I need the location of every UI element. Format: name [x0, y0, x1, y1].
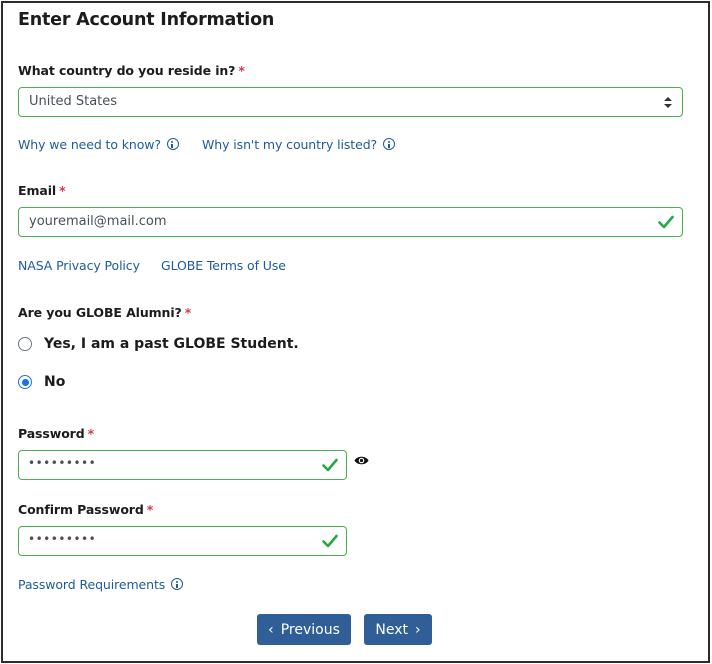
previous-button[interactable]: ‹ Previous: [257, 614, 351, 645]
country-label-text: What country do you reside in?: [18, 63, 236, 78]
required-marker: *: [146, 502, 154, 517]
country-select[interactable]: United States: [18, 87, 683, 117]
email-policy-links: NASA Privacy Policy GLOBE Terms of Use: [18, 255, 286, 274]
info-icon: [383, 138, 396, 150]
required-marker: *: [59, 183, 66, 198]
alumni-option-no-label: No: [44, 374, 66, 390]
checkmark-icon: [322, 458, 338, 472]
previous-button-label: Previous: [280, 621, 340, 638]
country-help-links: Why we need to know? Why isn't my countr…: [18, 134, 396, 153]
required-marker: *: [87, 426, 95, 441]
alumni-label: Are you GLOBE Alumni? *: [18, 305, 191, 320]
password-field-value: •••••••••: [28, 456, 97, 470]
password-requirements-link[interactable]: Password Requirements: [18, 577, 184, 592]
page-title: Enter Account Information: [18, 10, 275, 30]
country-select-value: United States: [29, 94, 118, 109]
checkmark-icon: [322, 534, 338, 548]
alumni-option-no[interactable]: No: [18, 374, 65, 390]
alumni-label-text: Are you GLOBE Alumni?: [18, 305, 182, 320]
radio-no[interactable]: [18, 375, 32, 389]
radio-yes[interactable]: [18, 337, 32, 351]
confirm-password-field[interactable]: •••••••••: [18, 526, 347, 556]
why-country-not-listed-text: Why isn't my country listed?: [202, 137, 378, 152]
password-field[interactable]: •••••••••: [18, 450, 347, 480]
confirm-password-field-value: •••••••••: [28, 532, 97, 546]
password-label-text: Password: [18, 426, 85, 441]
chevron-right-icon: ›: [415, 621, 421, 638]
email-field-value: youremail@mail.com: [29, 214, 167, 229]
confirm-password-label-text: Confirm Password: [18, 502, 144, 517]
select-arrows-icon: [664, 97, 672, 108]
alumni-option-yes[interactable]: Yes, I am a past GLOBE Student.: [18, 336, 299, 352]
email-label: Email *: [18, 183, 66, 198]
password-requirements-text: Password Requirements: [18, 577, 166, 592]
why-country-not-listed-link[interactable]: Why isn't my country listed?: [202, 137, 396, 152]
why-need-to-know-text: Why we need to know?: [18, 137, 161, 152]
email-field[interactable]: youremail@mail.com: [18, 207, 683, 237]
confirm-password-label: Confirm Password *: [18, 502, 153, 517]
password-requirements: Password Requirements: [18, 574, 184, 593]
password-label: Password *: [18, 426, 94, 441]
country-label: What country do you reside in? *: [18, 63, 245, 78]
required-marker: *: [184, 305, 192, 320]
next-button-label: Next: [375, 621, 408, 638]
chevron-left-icon: ‹: [268, 621, 274, 638]
email-label-text: Email: [18, 183, 57, 198]
next-button[interactable]: Next ›: [364, 614, 432, 645]
info-icon: [171, 578, 184, 590]
nasa-privacy-policy-link[interactable]: NASA Privacy Policy: [18, 258, 140, 273]
required-marker: *: [238, 63, 245, 78]
globe-terms-of-use-link[interactable]: GLOBE Terms of Use: [161, 258, 286, 273]
alumni-option-yes-label: Yes, I am a past GLOBE Student.: [44, 336, 299, 352]
why-need-to-know-link[interactable]: Why we need to know?: [18, 137, 179, 152]
eye-icon[interactable]: [354, 455, 369, 466]
checkmark-icon: [658, 215, 674, 229]
info-icon: [166, 138, 179, 150]
